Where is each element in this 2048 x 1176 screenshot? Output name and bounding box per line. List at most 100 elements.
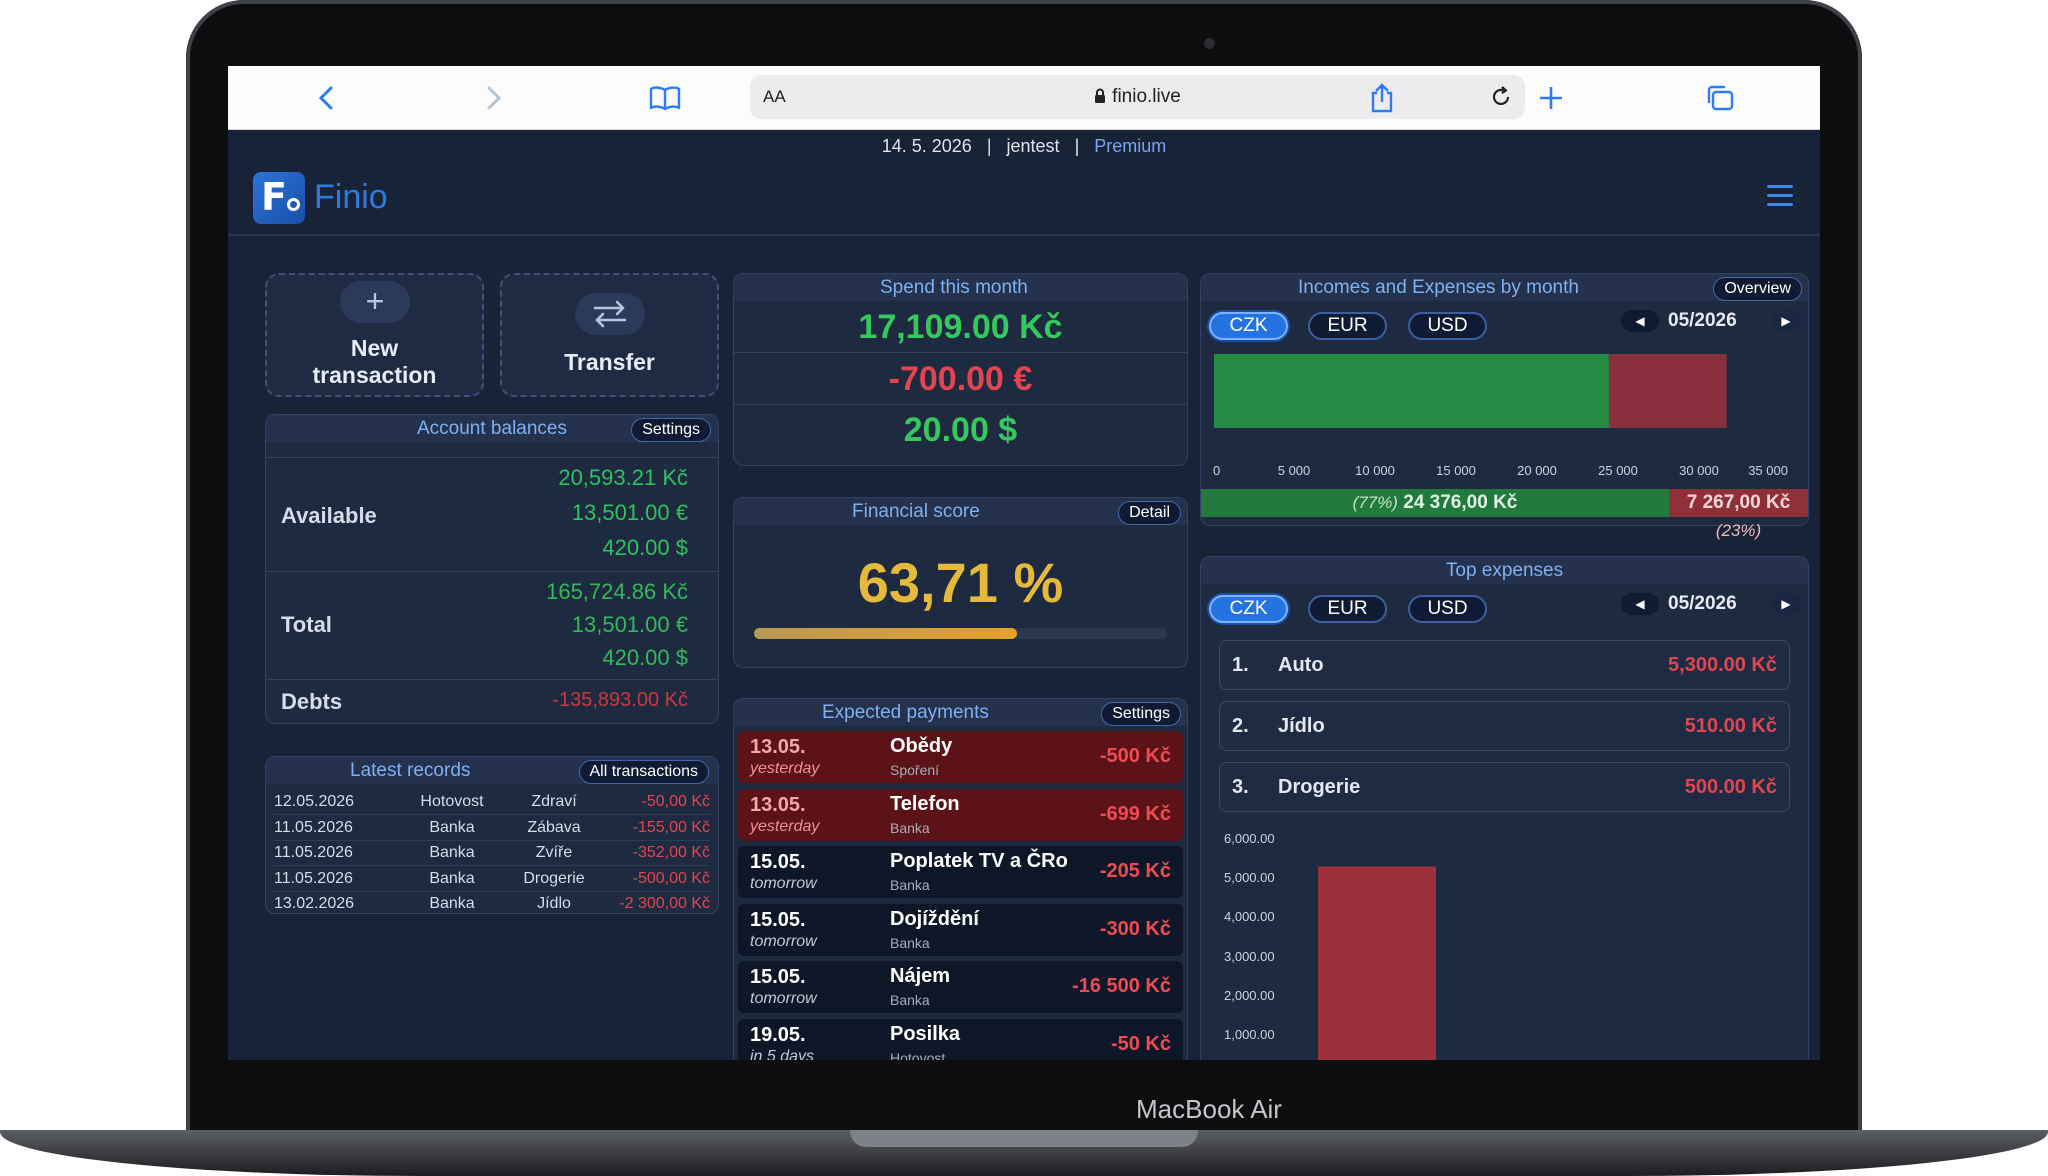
next-month-button[interactable]: ▶ (1771, 310, 1801, 332)
rank: 1. (1232, 654, 1249, 676)
balances-settings-button[interactable]: Settings (631, 418, 711, 442)
income-bar (1214, 354, 1609, 428)
payment-name: Posilka (890, 1022, 961, 1045)
score-progress-track (754, 628, 1167, 639)
finio-logo-icon[interactable]: F (253, 172, 305, 224)
score-detail-button[interactable]: Detail (1118, 501, 1181, 525)
currency-czk-button[interactable]: CZK (1209, 595, 1288, 623)
financial-score-card: Financial score Detail 63,71 % (733, 497, 1188, 668)
spend-this-month-card: Spend this month 17,109.00 Kč -700.00 € … (733, 273, 1188, 466)
available-czk: 20,593.21 Kč (558, 465, 688, 490)
currency-eur-button[interactable]: EUR (1308, 312, 1387, 340)
separator: | (986, 136, 992, 156)
axis-tick-label: 15 000 (1436, 463, 1476, 478)
payment-account: Spoření (890, 762, 940, 778)
table-row[interactable]: 11.05.2026 Banka Zábava -155,00 Kč (274, 816, 710, 841)
book-icon (649, 86, 681, 111)
camera (1204, 38, 1215, 49)
transfer-arrows-icon (575, 293, 645, 335)
payment-account: Hotovost (890, 1049, 946, 1061)
table-row[interactable]: 11.05.2026 Banka Zvíře -352,00 Kč (274, 841, 710, 866)
device-label: MacBook Air (1136, 1094, 1282, 1124)
month-selector: ◀ 05/2026 ▶ (1621, 593, 1803, 619)
available-eur: 13,501.00 € (571, 500, 688, 525)
payment-row[interactable]: 15.05. tomorrow Dojíždění Banka -300 Kč (738, 903, 1183, 956)
overview-button[interactable]: Overview (1713, 277, 1802, 301)
all-transactions-button[interactable]: All transactions (578, 760, 709, 784)
screen: AA finio.live 14. 5. 2026 | jentest | Pr… (228, 66, 1820, 1060)
currency-eur-button[interactable]: EUR (1308, 595, 1387, 623)
payment-relative-day: tomorrow (750, 875, 817, 892)
total-label: Total (281, 612, 332, 637)
payment-date: 13.05. (750, 736, 806, 758)
back-button[interactable] (306, 78, 346, 118)
forward-button[interactable] (474, 78, 514, 118)
debts-row: Debts -135,893.00 Kč (266, 679, 718, 723)
top-expense-item[interactable]: 1. Auto 5,300.00 Kč (1219, 640, 1790, 690)
tabs-button[interactable] (1700, 78, 1740, 118)
currency-usd-button[interactable]: USD (1408, 312, 1487, 340)
record-date: 11.05.2026 (274, 869, 353, 887)
rank: 3. (1232, 776, 1249, 798)
currency-usd-button[interactable]: USD (1408, 595, 1487, 623)
record-date: 11.05.2026 (274, 844, 353, 861)
payments-settings-button[interactable]: Settings (1101, 702, 1181, 726)
payment-name: Nájem (890, 965, 951, 987)
record-category: Jídlo (537, 895, 571, 912)
record-amount: -2 300,00 Kč (619, 895, 710, 912)
prev-month-button[interactable]: ◀ (1621, 310, 1659, 332)
transfer-label: Transfer (564, 349, 655, 375)
card-title: Spend this month (734, 274, 1187, 301)
new-transaction-label-1: New (350, 335, 399, 361)
browser-toolbar: AA finio.live (228, 66, 1820, 130)
payment-name: Dojíždění (890, 907, 979, 930)
category-name: Drogerie (1278, 776, 1361, 798)
transfer-button[interactable]: Transfer (500, 273, 719, 397)
plan-link[interactable]: Premium (1094, 136, 1166, 156)
debts-label: Debts (281, 689, 343, 714)
chevron-right-icon (487, 86, 502, 110)
separator: | (1074, 136, 1080, 156)
payment-row[interactable]: 13.05. yesterday Obědy Spoření -500 Kč (738, 731, 1183, 783)
reload-icon[interactable] (1489, 85, 1513, 109)
address-bar[interactable]: AA finio.live (750, 75, 1525, 119)
payment-amount: -16 500 Kč (1072, 975, 1171, 997)
payment-amount: -205 Kč (1099, 860, 1171, 882)
table-row[interactable]: 12.05.2026 Hotovost Zdraví -50,00 Kč (274, 790, 710, 815)
payment-relative-day: tomorrow (750, 990, 817, 1007)
record-amount: -352,00 Kč (632, 844, 710, 861)
payment-row[interactable]: 19.05. in 5 days Posilka Hotovost -50 Kč (738, 1018, 1183, 1061)
record-account: Banka (429, 818, 475, 836)
payment-account: Banka (890, 819, 930, 836)
payment-date: 15.05. (750, 966, 806, 988)
payment-name: Obědy (890, 735, 953, 757)
prev-month-button[interactable]: ◀ (1621, 593, 1659, 615)
axis-tick-label: 30 000 (1679, 463, 1719, 478)
payment-name: Telefon (890, 792, 960, 815)
top-expense-item[interactable]: 3. Drogerie 500.00 Kč (1219, 762, 1790, 812)
income-expense-bar-chart (1214, 354, 1727, 428)
top-expense-item[interactable]: 2. Jídlo 510.00 Kč (1219, 701, 1790, 751)
table-row[interactable]: 11.05.2026 Banka Drogerie -500,00 Kč (274, 867, 710, 892)
next-month-button[interactable]: ▶ (1771, 593, 1801, 615)
table-row[interactable]: 13.02.2026 Banka Jídlo -2 300,00 Kč (274, 892, 710, 913)
payment-row[interactable]: 15.05. tomorrow Poplatek TV a ČRo Banka -205… (738, 846, 1183, 898)
axis-tick-label: 5 000 (1277, 463, 1311, 478)
available-usd: 420.00 $ (602, 535, 688, 560)
share-button[interactable] (1362, 78, 1402, 118)
payment-account: Banka (890, 934, 930, 951)
brand-name[interactable]: Finio (314, 178, 388, 217)
rank: 2. (1232, 715, 1249, 737)
new-tab-button[interactable] (1531, 78, 1571, 118)
new-transaction-button[interactable]: + New transaction (265, 273, 484, 397)
plus-icon: + (340, 281, 410, 323)
expense-bar-auto (1318, 866, 1436, 1060)
currency-czk-button[interactable]: CZK (1209, 312, 1288, 340)
bookmarks-button[interactable] (645, 78, 685, 118)
hamburger-menu-icon[interactable] (1767, 185, 1793, 212)
total-czk: 165,724.86 Kč (546, 579, 688, 604)
spend-eur: -700.00 € (734, 354, 1187, 405)
payment-row[interactable]: 13.05. yesterday Telefon Banka -699 Kč (738, 788, 1183, 841)
expected-payments-card: Expected payments Settings 13.05. yesterd… (733, 698, 1188, 1060)
payment-row[interactable]: 15.05. tomorrow Nájem Banka -16 500 Kč (738, 961, 1183, 1013)
